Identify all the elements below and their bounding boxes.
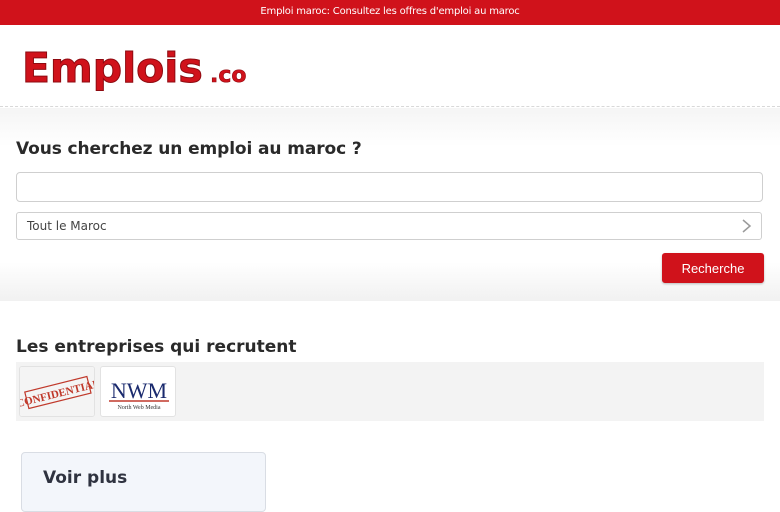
site-header: Emplois .co bbox=[0, 25, 780, 107]
nwm-tagline: North Web Media bbox=[117, 405, 160, 411]
logo-graphic: Emplois .co bbox=[22, 44, 247, 93]
search-title: Vous cherchez un emploi au maroc ? bbox=[16, 139, 362, 159]
voir-plus-link[interactable]: Voir plus bbox=[43, 468, 127, 488]
search-section: Vous cherchez un emploi au maroc ? Tout … bbox=[0, 108, 780, 301]
companies-title: Les entreprises qui recrutent bbox=[16, 337, 297, 357]
region-select-value: Tout le Maroc bbox=[27, 219, 107, 233]
region-select[interactable]: Tout le Maroc bbox=[16, 212, 762, 240]
company-logo-nwm[interactable]: NWM North Web Media bbox=[100, 366, 176, 417]
chevron-right-icon bbox=[742, 219, 752, 233]
companies-strip: CONFIDENTIAL NWM North Web Media bbox=[16, 362, 764, 421]
top-banner: Emploi maroc: Consultez les offres d'emp… bbox=[0, 0, 780, 25]
keyword-input[interactable] bbox=[16, 172, 763, 202]
top-banner-text: Emploi maroc: Consultez les offres d'emp… bbox=[260, 6, 520, 17]
site-logo[interactable]: Emplois .co bbox=[20, 43, 265, 93]
nwm-logo-text: NWM bbox=[111, 378, 167, 403]
voir-plus-box[interactable]: Voir plus bbox=[21, 452, 266, 512]
company-logo-confidential[interactable]: CONFIDENTIAL bbox=[19, 366, 95, 417]
nwm-logo-icon: NWM North Web Media bbox=[109, 378, 169, 411]
logo-suffix: .co bbox=[210, 63, 247, 88]
search-button[interactable]: Recherche bbox=[662, 253, 764, 283]
confidential-stamp-icon: CONFIDENTIAL bbox=[20, 367, 94, 416]
logo-wordmark: Emplois bbox=[22, 44, 203, 92]
